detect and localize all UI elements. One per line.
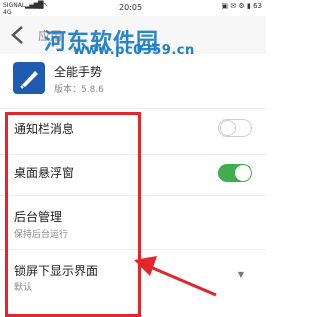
annotation-arrow-icon (134, 256, 217, 297)
